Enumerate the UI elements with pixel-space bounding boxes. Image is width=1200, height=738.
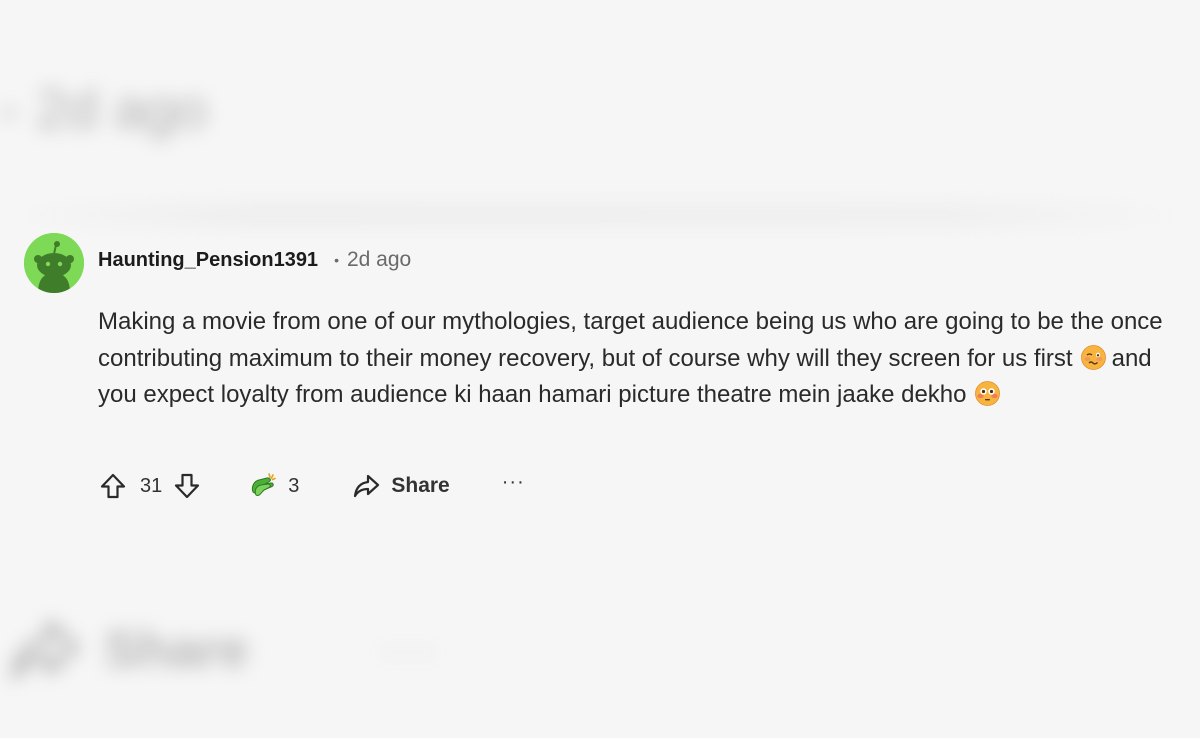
avatar[interactable] [24, 233, 84, 293]
meta-separator: • [334, 252, 339, 268]
more-options-button[interactable]: ··· [502, 472, 525, 500]
vote-score: 31 [140, 474, 163, 497]
upvote-arrow-icon[interactable] [98, 471, 128, 501]
woozy-face-emoji-icon [1080, 344, 1106, 370]
award-button[interactable]: 3 [248, 471, 299, 501]
blurred-dot [4, 108, 14, 119]
share-label: Share [391, 474, 450, 497]
downvote-arrow-icon[interactable] [172, 471, 202, 501]
comment-text-part-1: Making a movie from one of our mythologi… [98, 308, 1163, 372]
timestamp: 2d ago [346, 248, 412, 271]
blurred-more-label: ···· [378, 627, 440, 672]
blurred-share-label: Share [104, 621, 249, 679]
blurred-next-actions: Share ···· [0, 610, 440, 690]
more-options-icon: ··· [501, 471, 525, 493]
username[interactable]: Haunting_Pension1391 [98, 249, 318, 272]
award-count: 3 [288, 474, 300, 497]
blurred-share-icon [11, 620, 80, 680]
blurred-timestamp: 2d ago [36, 77, 208, 140]
comment-screenshot: 2d ago Haunting_Pension1391 • 2d ago Mak… [0, 0, 1200, 738]
clapping-award-icon [252, 473, 277, 496]
comment-body: Making a movie from one of our mythologi… [98, 304, 1178, 414]
flushed-face-emoji-icon [974, 381, 1000, 406]
blurred-divider [0, 205, 1200, 225]
share-arrow-icon [354, 474, 380, 498]
comment-actions: 31 3 Share ··· [98, 469, 525, 503]
vote-controls: 31 [98, 471, 202, 501]
snoo-avatar-icon [24, 233, 84, 293]
blurred-previous-meta: 2d ago [4, 76, 207, 141]
share-button[interactable]: Share [351, 471, 450, 501]
comment-header: Haunting_Pension1391 • 2d ago [98, 245, 411, 275]
comment-meta: • 2d ago [334, 248, 411, 272]
